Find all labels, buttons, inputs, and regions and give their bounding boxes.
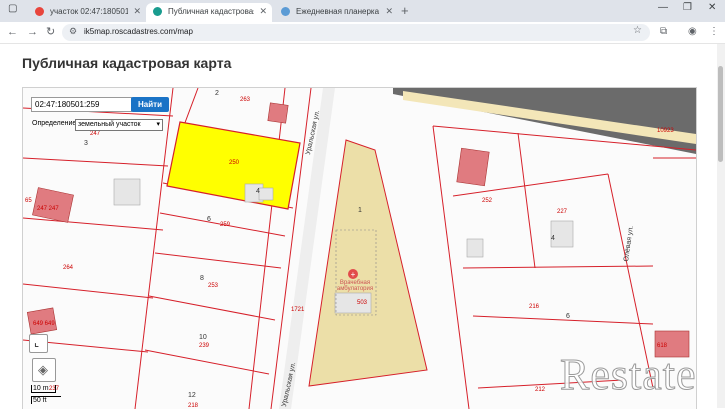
maximize-icon[interactable]: ❐ (683, 2, 692, 13)
forward-icon[interactable]: → (27, 25, 38, 39)
parcel-label: 253 (208, 283, 219, 289)
tab-cadastre[interactable]: Публичная кадастровая карта ✕ (146, 3, 272, 22)
definition-select[interactable]: земельный участок ▾ (75, 119, 163, 131)
svg-text:+: + (351, 270, 356, 279)
tab-meeting[interactable]: Ежедневная планерка с опер ✕ (274, 3, 398, 22)
parcel-label: 250 (229, 160, 240, 166)
parcel-label: 263 (240, 97, 251, 103)
tab-search[interactable]: участок 02:47:180501:259 — Я ✕ (28, 3, 146, 22)
parcel-label: 4 (551, 235, 555, 242)
parcel-label: 252 (482, 198, 493, 204)
menu-icon[interactable]: ⋮ (709, 26, 719, 37)
profile-icon[interactable]: ◉ (688, 26, 697, 37)
parcel-label: 12 (188, 392, 196, 399)
new-tab-icon[interactable]: + (401, 3, 409, 19)
poi-number: 503 (357, 300, 368, 306)
minimize-icon[interactable]: — (658, 2, 668, 13)
parcel-label: 649 649 (33, 321, 55, 327)
page-title: Публичная кадастровая карта (22, 55, 232, 71)
scale-metric: 10 m (31, 385, 56, 393)
parcel-label: 2 (215, 90, 219, 97)
parcel-label: 3 (84, 140, 88, 147)
parcel-label: 1 (358, 207, 362, 214)
parcel-label: 239 (199, 343, 210, 349)
parcel-label: 6 (207, 216, 211, 223)
close-icon[interactable]: ✕ (385, 3, 393, 20)
watermark: Restate (560, 350, 697, 400)
parcel-label: 227 (557, 209, 568, 215)
extensions-icon[interactable]: ⧉ (660, 26, 667, 37)
chevron-down-icon: ▾ (156, 121, 160, 128)
parcel-label: 4 (256, 188, 260, 195)
parcel-label: 65 (25, 198, 32, 204)
layers-button[interactable]: ◈ (32, 358, 56, 382)
tab-list-icon[interactable]: ▢ (8, 3, 17, 14)
scrollbar-thumb[interactable] (718, 66, 723, 162)
definition-label: Определение (32, 120, 77, 127)
address-bar[interactable]: ⚙ ik5map.roscadastres.com/map ☆ (62, 24, 650, 41)
close-icon[interactable]: ✕ (259, 3, 267, 20)
find-button[interactable]: Найти (131, 97, 169, 112)
parcel-label: 1721 (291, 307, 305, 313)
parcel-label: 247 (90, 131, 101, 137)
map-icon (153, 7, 162, 16)
layers-icon: ◈ (38, 362, 48, 377)
parcel-label: 6 (566, 313, 570, 320)
bookmark-star-icon[interactable]: ☆ (633, 25, 642, 36)
parcel-label: 216 (529, 304, 540, 310)
fullscreen-icon: ⌞ (34, 337, 40, 349)
parcel-label: 10 (199, 334, 207, 341)
back-icon[interactable]: ← (7, 25, 18, 39)
parcel-label: 259 (220, 222, 231, 228)
site-info-icon[interactable]: ⚙ (69, 26, 77, 37)
parcel-label: 218 (188, 403, 199, 409)
tab-strip: участок 02:47:180501:259 — Я ✕ Публичная… (0, 0, 725, 22)
parcel-label: 247 247 (37, 206, 59, 212)
cadastral-number-input[interactable]: 02:47:180501:259 (31, 97, 132, 112)
parcel-label: 212 (535, 387, 546, 393)
poi-label: Врачебная амбулатория (336, 280, 374, 292)
parcel-label: 264 (63, 265, 74, 271)
parcel-label: 8 (200, 275, 204, 282)
close-icon[interactable]: ✕ (133, 3, 141, 20)
scale-imperial: 50 ft (31, 396, 61, 404)
definition-selected: земельный участок (78, 121, 141, 128)
reload-icon[interactable]: ↻ (46, 25, 55, 39)
calendar-icon (281, 7, 290, 16)
page-scrollbar[interactable] (717, 44, 725, 408)
browser-toolbar: ← → ↻ ⚙ ik5map.roscadastres.com/map ☆ ⧉ … (0, 22, 725, 44)
fullscreen-button[interactable]: ⌞ (29, 334, 48, 353)
yandex-icon (35, 7, 44, 16)
close-window-icon[interactable]: ✕ (708, 2, 716, 13)
parcel-label: 10923 (657, 128, 674, 134)
